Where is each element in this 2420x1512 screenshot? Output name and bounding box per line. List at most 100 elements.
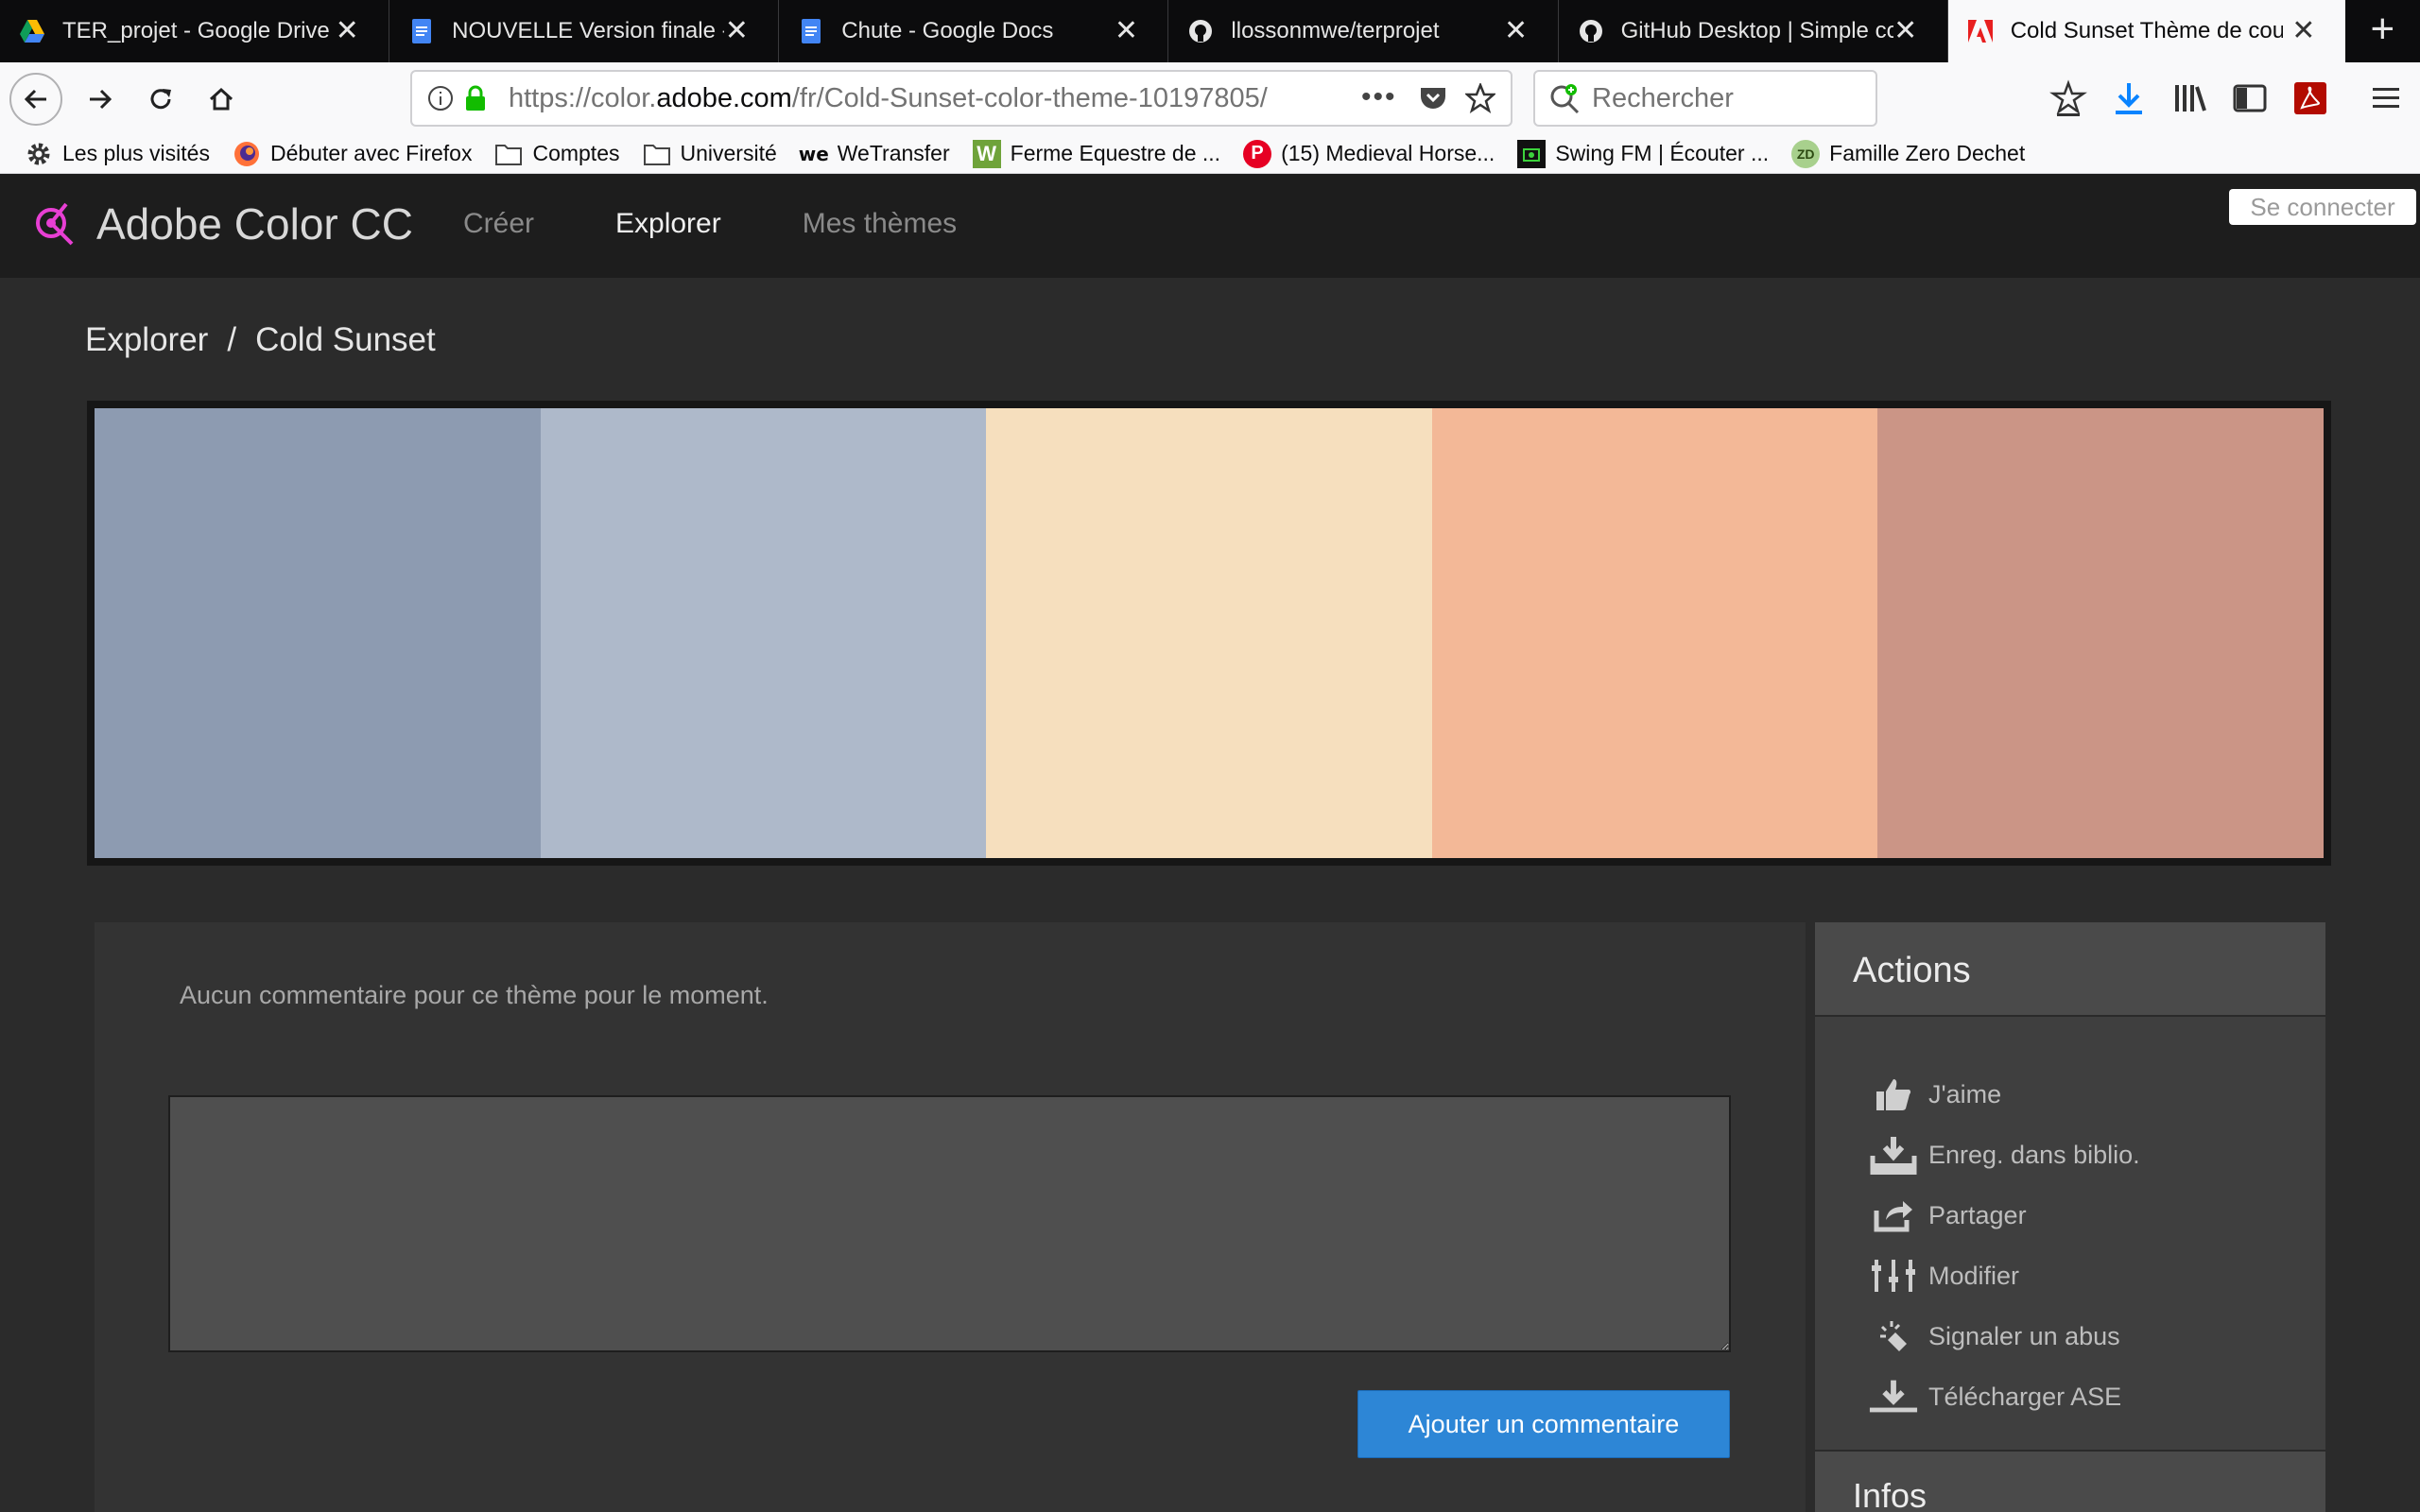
w-icon: W [972,139,1001,168]
bookmark-firefox-start[interactable]: Débuter avec Firefox [233,140,472,168]
action-download-ase[interactable]: Télécharger ASE [1868,1366,2140,1427]
close-tab-icon[interactable]: ✕ [332,16,362,46]
color-swatch-5 [1877,408,2324,858]
close-tab-icon[interactable]: ✕ [1501,16,1531,46]
search-icon [1550,84,1580,114]
color-swatch-1 [95,408,541,858]
google-drive-icon [19,18,45,44]
zd-icon: ZD [1791,139,1821,168]
download-icon [1868,1376,1919,1418]
github-icon [1187,18,1214,44]
browser-toolbar: https://color.adobe.com/fr/Cold-Sunset-c… [0,62,2420,134]
google-docs-icon [408,18,435,44]
nav-explorer[interactable]: Explorer [615,208,721,240]
tab-title: Cold Sunset Thème de coule [2010,18,2283,43]
site-logo[interactable]: Adobe Color CC [34,198,413,249]
actions-title: Actions [1815,922,2325,1017]
action-report-abuse[interactable]: Signaler un abus [1868,1306,2140,1366]
add-comment-button[interactable]: Ajouter un commentaire [1357,1390,1730,1458]
actions-list: J'aime Enreg. dans biblio. Partager Modi… [1868,1064,2140,1427]
breadcrumb-current: Cold Sunset [255,321,436,358]
search-bar[interactable] [1533,70,1877,127]
save-library-icon [1868,1134,1919,1176]
bookmark-wetransfer[interactable]: we WeTransfer [798,140,950,168]
folder-icon [643,140,671,168]
nav-mes-themes[interactable]: Mes thèmes [803,208,957,240]
breadcrumb-root[interactable]: Explorer [85,321,208,359]
close-tab-icon[interactable]: ✕ [721,16,752,46]
google-docs-icon [798,18,824,44]
new-tab-button[interactable]: + [2345,0,2420,62]
tab-title: llossonmwe/terprojet [1231,18,1440,43]
home-icon [209,87,233,111]
url-bar[interactable]: https://color.adobe.com/fr/Cold-Sunset-c… [410,70,1512,127]
back-button[interactable] [9,73,62,126]
browser-tab-docs-1[interactable]: NOUVELLE Version finale - G ✕ [389,0,780,62]
reload-icon [150,89,171,110]
tab-strip: TER_projet - Google Drive ✕ NOUVELLE Ver… [0,0,2420,62]
share-icon [1868,1194,1919,1236]
forward-button[interactable] [74,73,127,126]
sidebar-icon[interactable] [2231,79,2269,117]
search-input[interactable] [1592,81,1866,115]
infos-title: Infos [1815,1450,2325,1512]
thumbs-up-icon [1868,1074,1919,1115]
wetransfer-icon: we [798,142,829,165]
github-icon [1578,18,1604,44]
folder-icon [494,140,523,168]
library-icon[interactable] [2170,79,2208,117]
close-tab-icon[interactable]: ✕ [1891,16,1921,46]
sliders-icon [1868,1255,1919,1297]
action-like[interactable]: J'aime [1868,1064,2140,1125]
brand-name: Adobe Color CC [96,199,413,249]
bookmark-swing-fm[interactable]: Swing FM | Écouter ... [1517,139,1769,168]
sign-in-button[interactable]: Se connecter [2229,189,2416,225]
tab-title: TER_projet - Google Drive [62,18,330,43]
pocket-icon[interactable] [1418,83,1448,113]
url-text: https://color.adobe.com/fr/Cold-Sunset-c… [509,82,1268,113]
browser-tab-github-2[interactable]: GitHub Desktop | Simple col ✕ [1559,0,1948,62]
site-header: Adobe Color CC Créer Explorer Mes thèmes… [0,174,2420,278]
comments-panel: Aucun commentaire pour ce thème pour le … [95,922,1806,1512]
close-tab-icon[interactable]: ✕ [2289,16,2319,46]
nav-creer[interactable]: Créer [463,208,534,240]
action-share[interactable]: Partager [1868,1185,2140,1246]
close-tab-icon[interactable]: ✕ [1111,16,1141,46]
browser-tab-github-1[interactable]: llossonmwe/terprojet ✕ [1168,0,1559,62]
main-nav: Créer Explorer Mes thèmes [463,208,1038,240]
bookmark-pinterest[interactable]: P (15) Medieval Horse... [1243,139,1495,168]
info-icon[interactable] [427,85,454,112]
bookmark-famille-zero-dechet[interactable]: ZD Famille Zero Dechet [1791,139,2025,168]
adobe-icon [1967,18,1994,44]
bookmark-most-visited[interactable]: Les plus visités [25,140,210,168]
bookmark-folder-universite[interactable]: Université [643,140,777,168]
bookmark-ferme-equestre[interactable]: W Ferme Equestre de ... [972,139,1220,168]
tab-title: GitHub Desktop | Simple col [1620,18,1893,43]
arrow-right-icon [90,89,112,110]
comment-textarea[interactable] [168,1095,1731,1352]
downloads-icon[interactable] [2110,79,2148,117]
pinterest-icon: P [1243,139,1272,168]
report-icon [1868,1315,1919,1357]
color-swatch-2 [540,408,987,858]
tab-title: Chute - Google Docs [841,18,1054,43]
action-save-library[interactable]: Enreg. dans biblio. [1868,1125,2140,1185]
browser-tab-docs-2[interactable]: Chute - Google Docs ✕ [779,0,1169,62]
menu-hamburger-icon[interactable] [2367,79,2405,117]
tab-title: NOUVELLE Version finale - G [452,18,725,43]
lock-icon[interactable] [463,84,488,112]
star-bookmark-icon[interactable] [1465,83,1495,113]
browser-tab-drive[interactable]: TER_projet - Google Drive ✕ [0,0,390,62]
theme-swatches [87,401,2331,866]
pdf-extension-icon[interactable] [2291,79,2329,117]
breadcrumb-separator: / [227,321,237,358]
home-button[interactable] [195,73,248,126]
reload-button[interactable] [134,73,187,126]
page-actions-icon[interactable]: ••• [1361,81,1397,113]
no-comments-text: Aucun commentaire pour ce thème pour le … [180,981,769,1009]
breadcrumb: Explorer / Cold Sunset [85,321,436,359]
bookmark-folder-comptes[interactable]: Comptes [494,140,620,168]
bookmark-manager-icon[interactable] [2049,79,2087,117]
action-edit[interactable]: Modifier [1868,1246,2140,1306]
browser-tab-adobe-color[interactable]: Cold Sunset Thème de coule ✕ [1947,0,2345,62]
